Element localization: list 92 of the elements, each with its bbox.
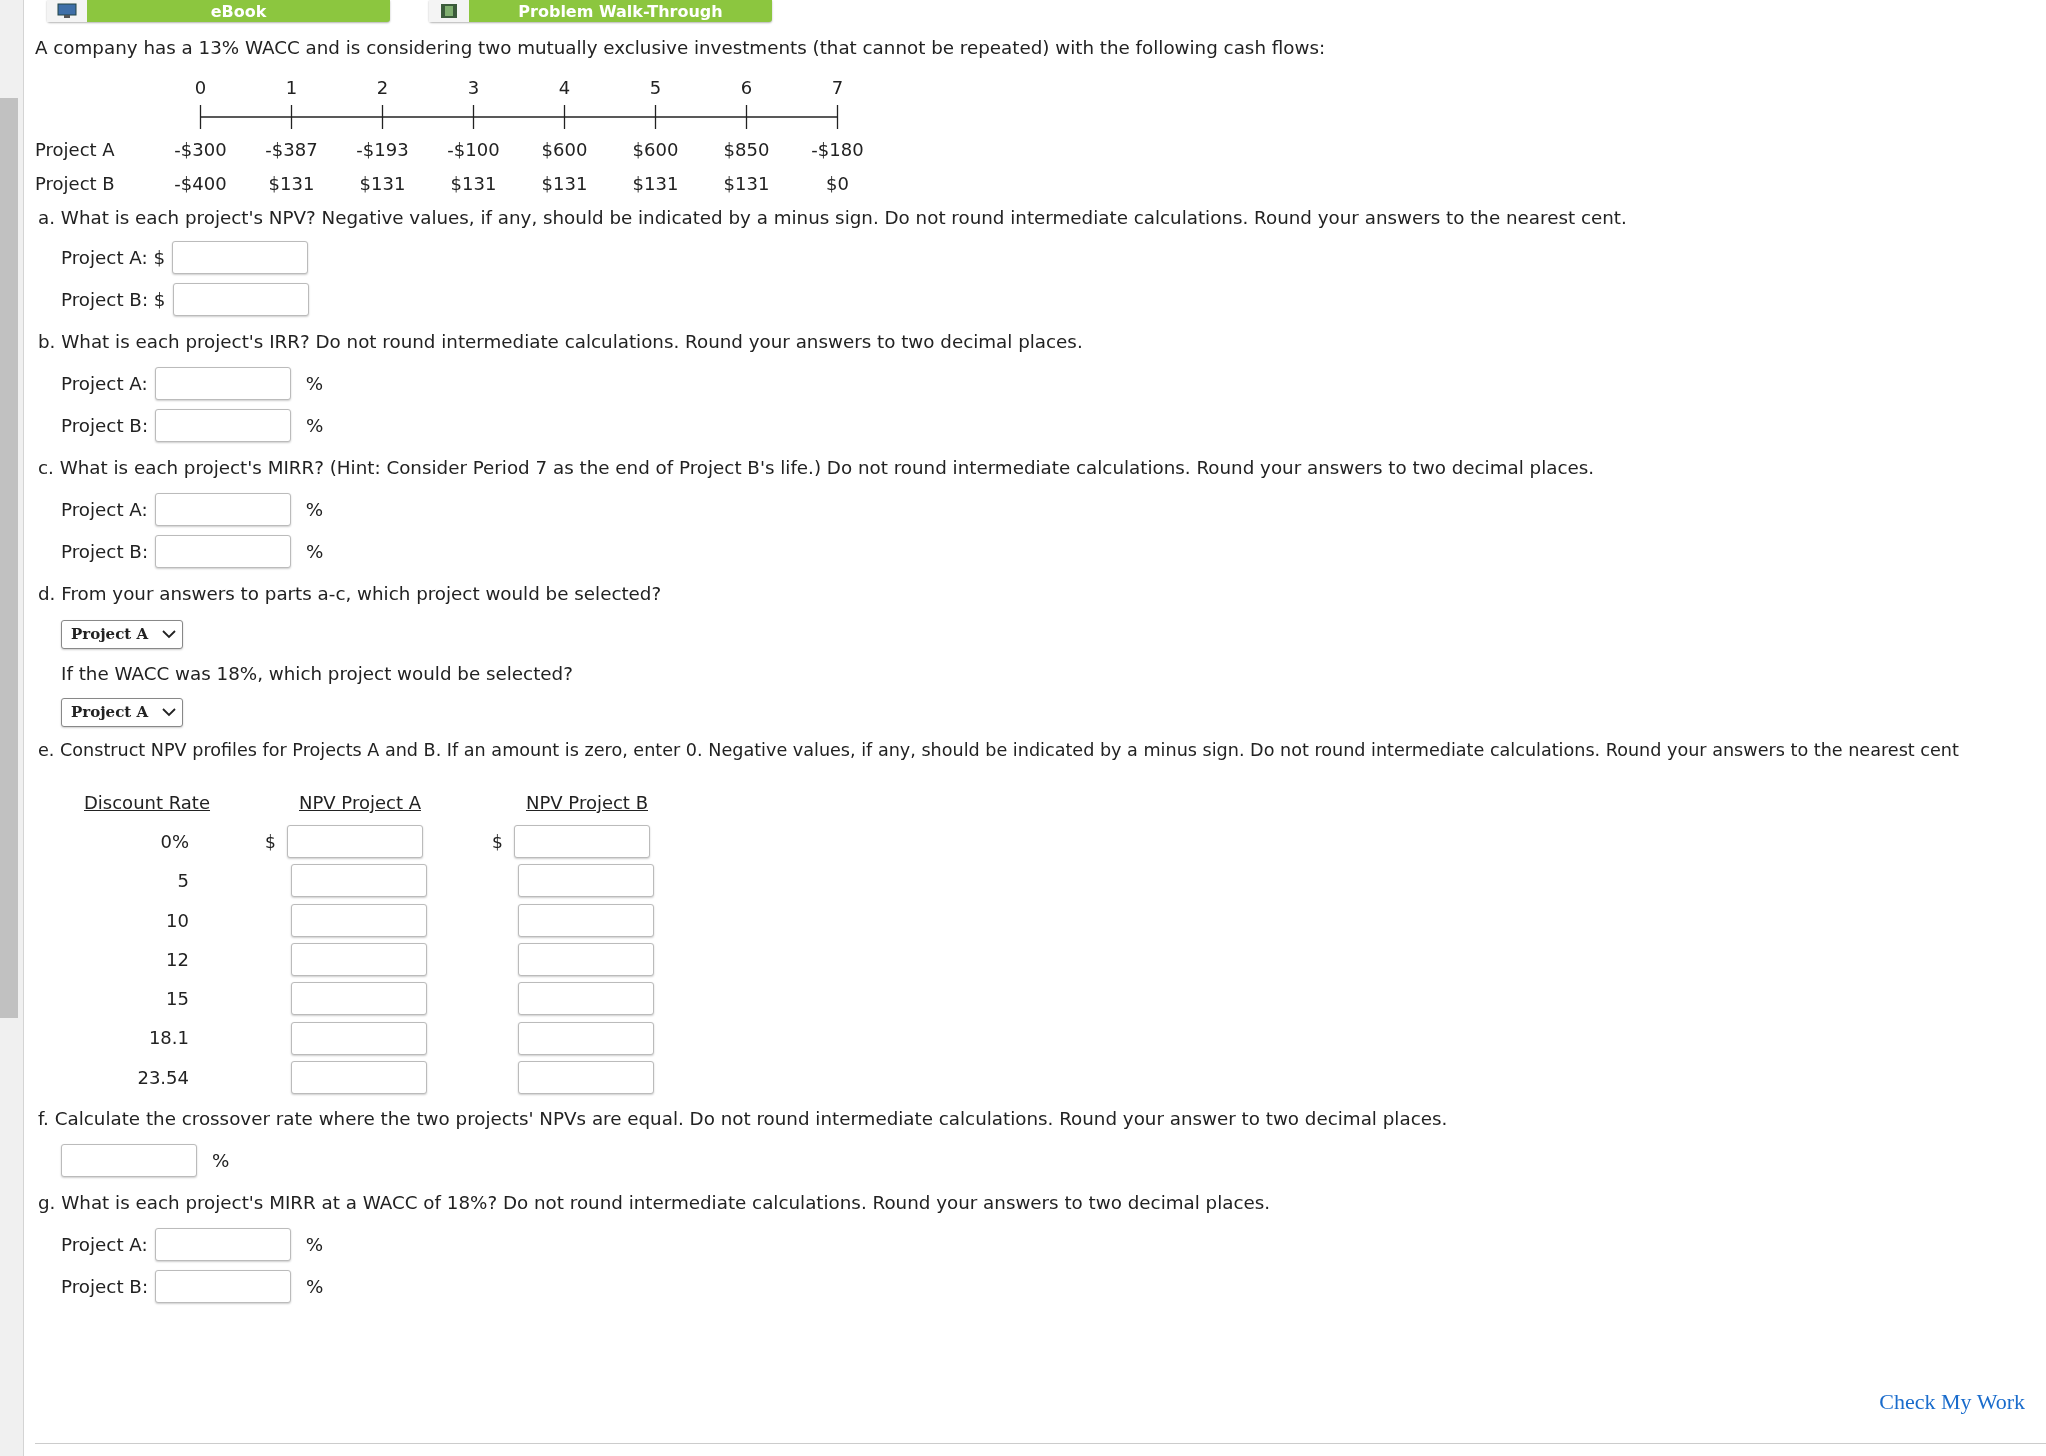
- chevron-down-icon: [162, 629, 177, 639]
- question-text: f. Calculate the crossover rate where the two projects' NPVs are equal. Do not round intermediate calculations. Round your answer to two decimal places.: [37, 1106, 1449, 1131]
- period-label: 0: [193, 76, 208, 100]
- cash-flow-value: $131: [267, 172, 316, 196]
- cash-flow-value: $131: [631, 172, 680, 196]
- period-label: 3: [466, 76, 481, 100]
- unit-label: %: [306, 414, 324, 436]
- discount-rate: 10: [165, 908, 190, 933]
- field-label: Project A:: [61, 1233, 148, 1255]
- cash-flow-value: $0: [825, 172, 850, 196]
- answer-field[interactable]: [291, 1060, 427, 1094]
- discount-rate: 15: [165, 987, 190, 1012]
- answer-field[interactable]: [61, 1143, 197, 1177]
- answer-field[interactable]: [291, 903, 427, 937]
- cash-flow-value: $131: [358, 172, 407, 196]
- project-dropdown[interactable]: Project A: [61, 697, 184, 727]
- period-label: 4: [557, 76, 572, 100]
- question-text: g. What is each project's MIRR at a WACC of 18%? Do not round intermediate calculations. Round your answers to two decimal places.: [37, 1190, 1272, 1215]
- period-label: 7: [830, 76, 845, 100]
- answer-field[interactable]: [155, 408, 292, 442]
- question-text: c. What is each project's MIRR? (Hint: Consider Period 7 as the end of Project B's life.) Do not round intermediate calculations. Round your answers to two decimal places.: [37, 455, 1596, 480]
- cash-flow-value: $131: [540, 172, 589, 196]
- answer-field[interactable]: [172, 282, 309, 316]
- currency-symbol: $: [265, 831, 277, 852]
- unit-label: %: [212, 1149, 230, 1171]
- chevron-down-icon: [162, 707, 177, 717]
- unit-label: %: [305, 498, 324, 520]
- answer-field[interactable]: [518, 943, 654, 977]
- answer-field[interactable]: [518, 864, 654, 898]
- cash-flow-value: -$300: [173, 138, 228, 162]
- monitor-book-icon: [57, 3, 77, 19]
- question-text: d. From your answers to parts a-c, which project would be selected?: [37, 581, 663, 606]
- answer-field[interactable]: [291, 1021, 427, 1055]
- project-label: Project A: [35, 138, 116, 162]
- answer-field[interactable]: [291, 864, 427, 898]
- unit-label: %: [306, 1275, 324, 1297]
- column-header: NPV Project A: [298, 791, 422, 815]
- cash-flow-value: $600: [540, 138, 589, 162]
- check-my-work-link[interactable]: Check My Work: [1879, 1389, 2025, 1415]
- cash-flow-value: $850: [722, 138, 771, 162]
- field-label: Project A:: [61, 498, 148, 520]
- answer-field[interactable]: [154, 1227, 291, 1261]
- answer-field[interactable]: [155, 1269, 292, 1303]
- cash-flow-value: -$387: [264, 138, 319, 162]
- field-label: Project A: $: [61, 246, 166, 268]
- unit-label: %: [305, 1233, 324, 1255]
- field-label: Project B:: [61, 1275, 149, 1297]
- cash-flow-value: $131: [449, 172, 498, 196]
- cash-flow-value: -$193: [355, 138, 410, 162]
- answer-field[interactable]: [154, 366, 291, 400]
- cash-flow-value: -$180: [810, 138, 865, 162]
- discount-rate: 5: [176, 869, 190, 894]
- unit-label: %: [306, 540, 324, 562]
- discount-rate: 18.1: [147, 1026, 190, 1051]
- cash-flow-value: -$400: [173, 172, 228, 196]
- answer-field[interactable]: [155, 534, 292, 568]
- question-text: a. What is each project's NPV? Negative values, if any, should be indicated by a minus sign. Do not round intermediate calculations. Round your answers to the nearest cent.: [37, 205, 1628, 230]
- field-label: Project B:: [61, 540, 149, 562]
- field-label: Project A:: [61, 372, 148, 394]
- period-label: 5: [648, 76, 663, 100]
- project-label: Project B: [35, 172, 116, 196]
- answer-field[interactable]: [154, 492, 291, 526]
- discount-rate: 0%: [159, 830, 190, 854]
- answer-field[interactable]: [291, 982, 427, 1016]
- project-dropdown[interactable]: Project A: [61, 619, 184, 649]
- answer-field[interactable]: [518, 1060, 654, 1094]
- answer-field[interactable]: [514, 825, 650, 859]
- answer-field[interactable]: [518, 903, 654, 937]
- discount-rate: 12: [165, 947, 190, 972]
- discount-rate: 23.54: [136, 1065, 190, 1090]
- question-text: e. Construct NPV profiles for Projects A and B. If an amount is zero, enter 0. Negative values, if any, should be indicated by a minus sign. Do not round intermediate calculations. Round your answers to the nearest cent: [37, 739, 1960, 762]
- question-text: b. What is each project's IRR? Do not round intermediate calculations. Round your answers to two decimal places.: [37, 329, 1084, 354]
- cash-flow-value: -$100: [446, 138, 501, 162]
- answer-field[interactable]: [518, 982, 654, 1016]
- intro-text: A company has a 13% WACC and is considering two mutually exclusive investments (that cannot be repeated) with the following cash flows:: [35, 35, 1327, 60]
- film-icon: [440, 3, 458, 19]
- currency-symbol: $: [492, 831, 504, 852]
- answer-field[interactable]: [518, 1021, 654, 1055]
- unit-label: %: [305, 372, 324, 394]
- answer-field[interactable]: [287, 825, 423, 859]
- period-label: 6: [739, 76, 754, 100]
- cash-flow-value: $131: [722, 172, 771, 196]
- field-label: Project B: $: [61, 288, 166, 310]
- answer-field[interactable]: [172, 240, 309, 274]
- period-label: 2: [375, 76, 390, 100]
- column-header: Discount Rate: [83, 791, 211, 815]
- period-label: 1: [284, 76, 299, 100]
- field-label: Project B:: [61, 414, 149, 436]
- question-text: If the WACC was 18%, which project would be selected?: [61, 662, 573, 684]
- answer-field[interactable]: [291, 943, 427, 977]
- cash-flow-value: $600: [631, 138, 680, 162]
- column-header: NPV Project B: [525, 791, 649, 815]
